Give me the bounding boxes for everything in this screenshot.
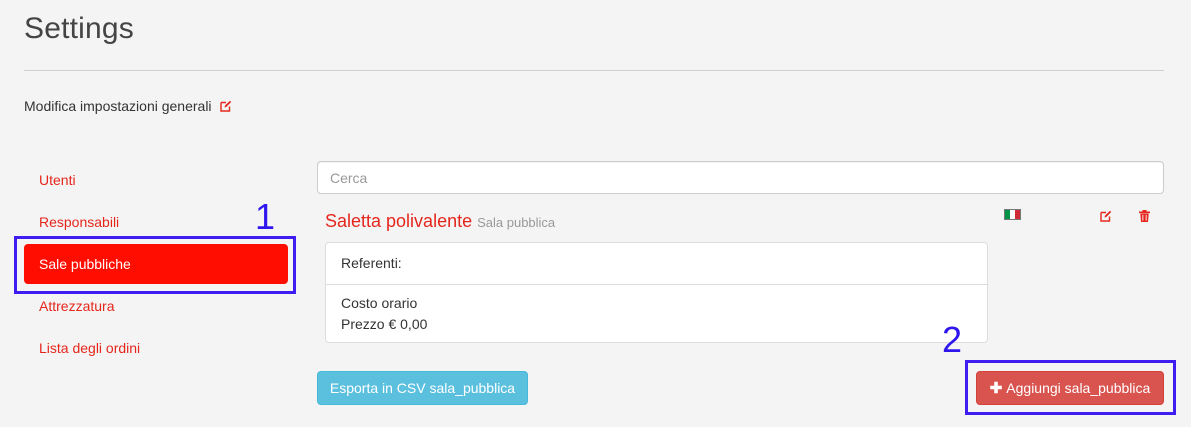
edit-item-icon[interactable]: [1100, 209, 1112, 222]
italian-flag-icon[interactable]: [1004, 209, 1021, 220]
page-title: Settings: [24, 12, 134, 45]
plus-icon: ✚: [989, 380, 1003, 397]
sidebar-item-responsabili[interactable]: Responsabili: [24, 202, 288, 242]
referents-label: Referenti:: [326, 243, 987, 285]
title-divider: [24, 70, 1164, 71]
item-heading: Saletta polivalente Sala pubblica: [325, 211, 555, 232]
export-csv-button[interactable]: Esporta in CSV sala_pubblica: [317, 371, 528, 405]
cost-section: Costo orario Prezzo € 0,00: [326, 285, 987, 335]
general-settings-label: Modifica impostazioni generali: [24, 98, 212, 114]
sidebar-item-sale-pubbliche[interactable]: Sale pubbliche: [24, 244, 288, 284]
edit-general-settings-icon[interactable]: [219, 100, 232, 112]
sidebar-item-lista-ordini[interactable]: Lista degli ordini: [24, 328, 288, 368]
annotation-number-1: 1: [255, 196, 276, 237]
sidebar: Utenti Responsabili Sale pubbliche Attre…: [24, 160, 288, 370]
general-settings-row: Modifica impostazioni generali: [24, 98, 232, 114]
item-name[interactable]: Saletta polivalente: [325, 211, 472, 232]
sidebar-item-utenti[interactable]: Utenti: [24, 160, 288, 200]
cost-label: Costo orario: [341, 295, 418, 311]
price-text: Prezzo € 0,00: [341, 316, 428, 332]
sidebar-item-attrezzatura[interactable]: Attrezzatura: [24, 286, 288, 326]
search-input[interactable]: [317, 161, 1164, 194]
item-type: Sala pubblica: [477, 215, 556, 230]
add-button-label: Aggiungi sala_pubblica: [1006, 380, 1151, 396]
annotation-number-2: 2: [942, 319, 963, 360]
item-detail-panel: Referenti: Costo orario Prezzo € 0,00: [325, 242, 988, 343]
add-sala-pubblica-button[interactable]: ✚ Aggiungi sala_pubblica: [976, 371, 1164, 405]
trash-icon[interactable]: [1139, 209, 1150, 222]
